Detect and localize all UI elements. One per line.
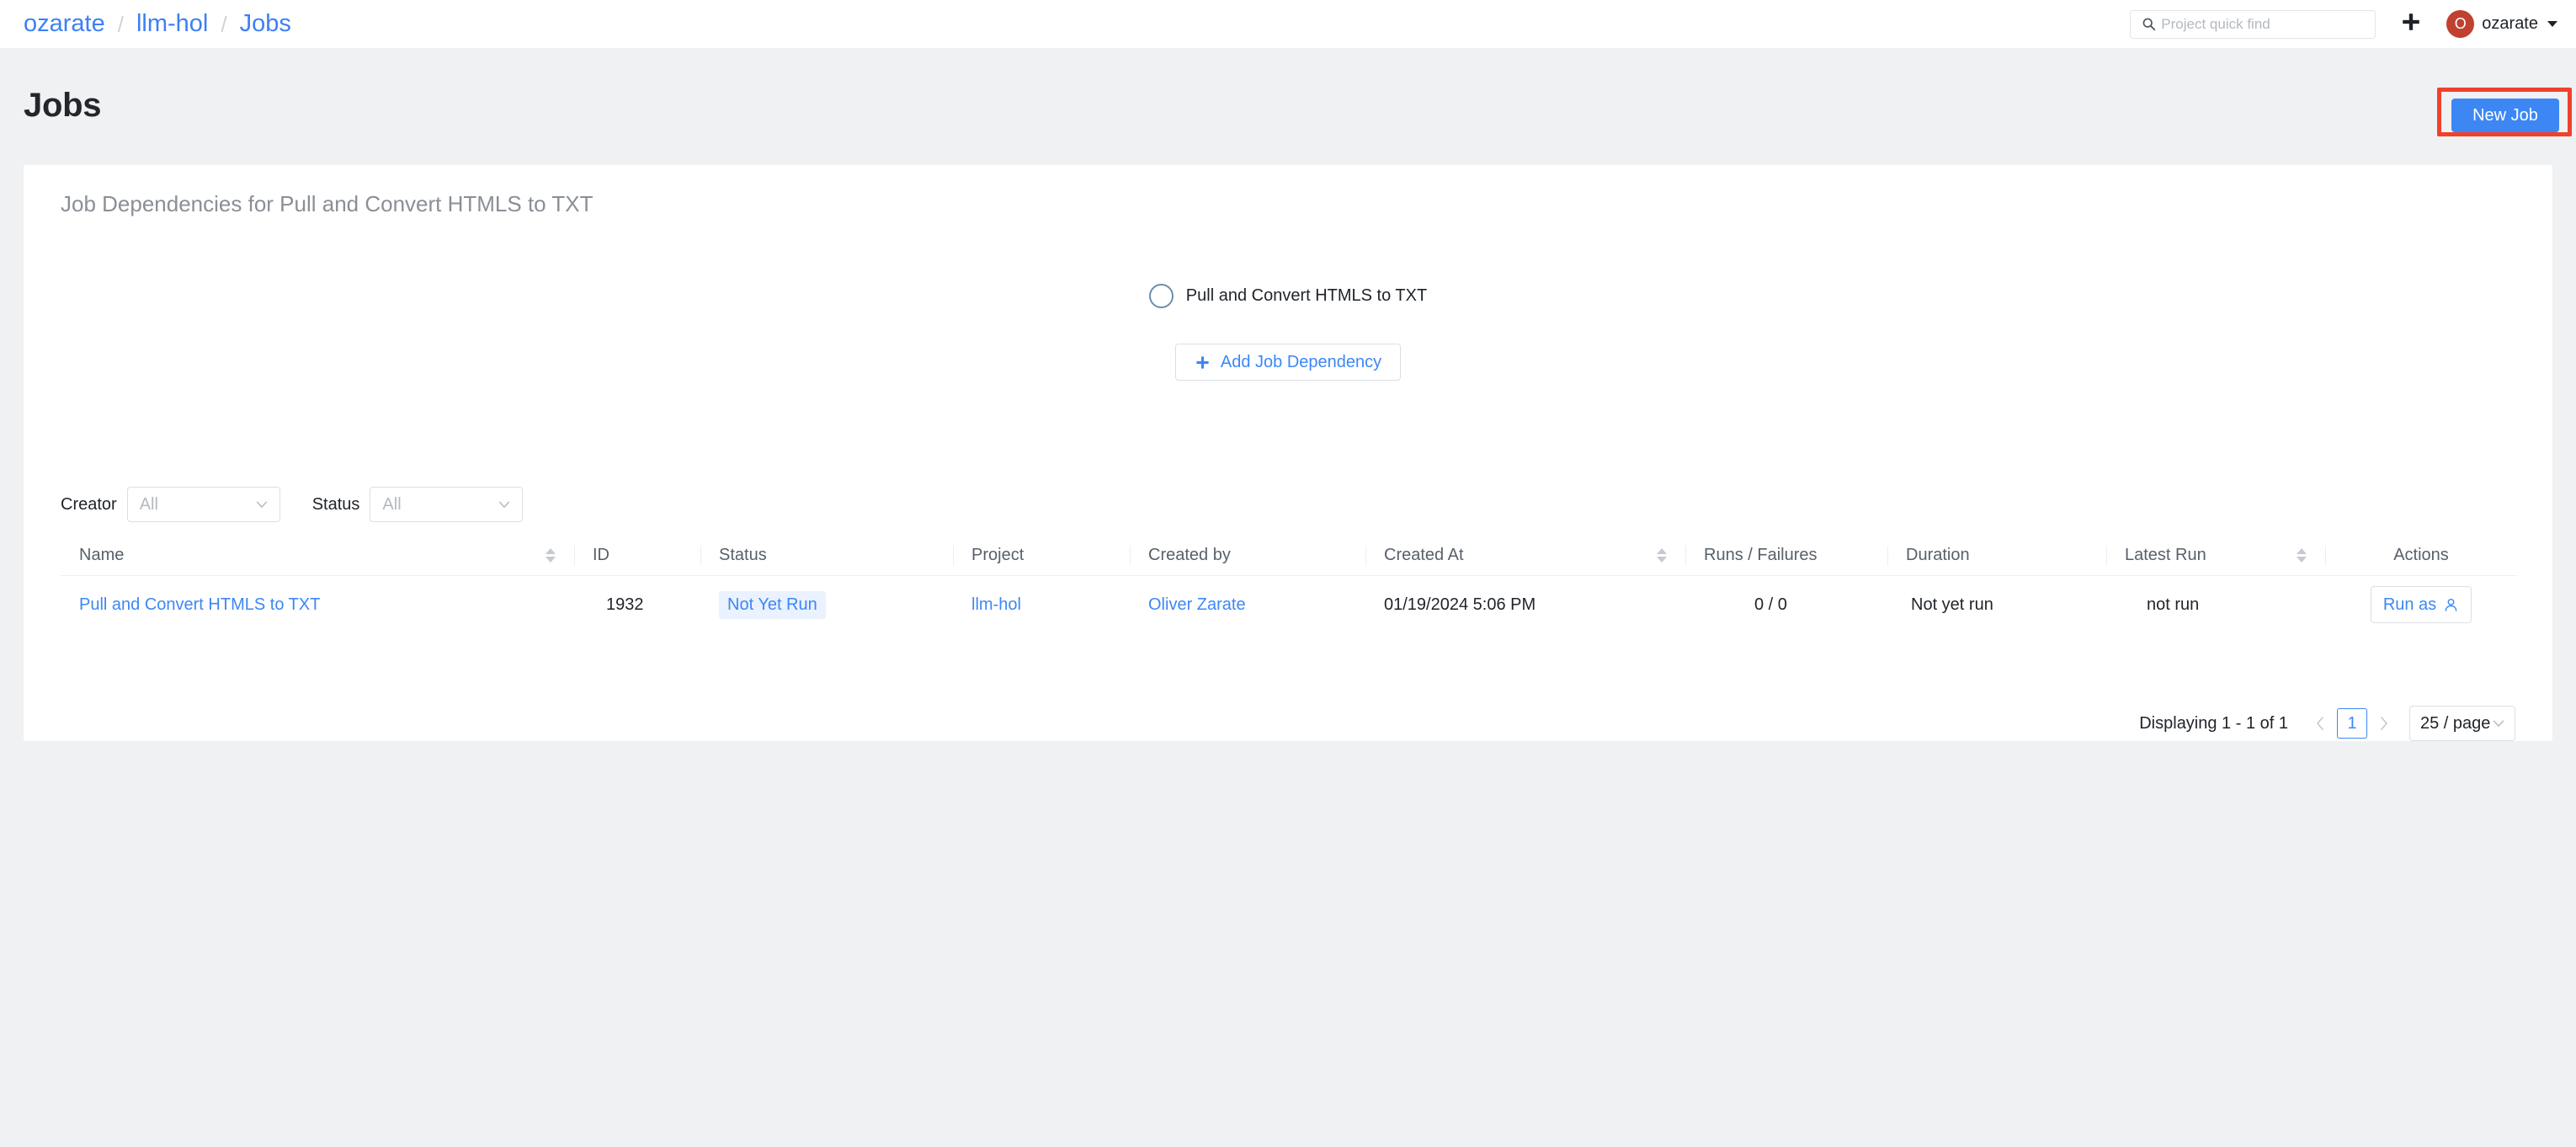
table-row: Pull and Convert HTMLS to TXT 1932 Not Y… xyxy=(61,576,2517,633)
column-header-id-label: ID xyxy=(593,546,609,565)
table-header-row: Name ID Status Project Created by Create… xyxy=(61,536,2517,576)
node-circle-icon xyxy=(1149,284,1174,308)
sort-latest-run-icon[interactable] xyxy=(2297,548,2307,563)
user-menu[interactable]: O ozarate xyxy=(2446,10,2557,38)
run-as-label: Run as xyxy=(2383,595,2436,615)
creator-filter-value: All xyxy=(140,495,158,515)
job-dependency-graph: Pull and Convert HTMLS to TXT xyxy=(24,258,2552,333)
created-by-link[interactable]: Oliver Zarate xyxy=(1148,595,1246,615)
breadcrumb-separator: / xyxy=(118,13,124,35)
column-header-latest-run[interactable]: Latest Run xyxy=(2106,536,2325,576)
cell-created-at: 01/19/2024 5:06 PM xyxy=(1365,576,1685,633)
chevron-down-icon xyxy=(497,497,512,512)
pagination-page-1[interactable]: 1 xyxy=(2337,708,2367,739)
avatar: O xyxy=(2446,10,2474,38)
jobs-card: Job Dependencies for Pull and Convert HT… xyxy=(24,165,2552,741)
chevron-left-icon xyxy=(2314,715,2326,732)
pagination: Displaying 1 - 1 of 1 1 25 / page xyxy=(2139,706,2515,741)
dependency-node[interactable]: Pull and Convert HTMLS to TXT xyxy=(1149,284,1427,308)
cell-actions: Run as xyxy=(2325,576,2517,633)
column-header-name-label: Name xyxy=(79,546,124,565)
cell-id: 1932 xyxy=(574,576,700,633)
cell-duration: Not yet run xyxy=(1887,576,2106,633)
column-header-id: ID xyxy=(574,536,700,576)
creator-filter-label: Creator xyxy=(61,495,117,515)
pagination-prev-button[interactable] xyxy=(2307,708,2334,739)
top-bar-actions: O ozarate xyxy=(2130,0,2557,48)
column-header-runs-failures-label: Runs / Failures xyxy=(1704,546,1818,565)
breadcrumb-item-org[interactable]: ozarate xyxy=(24,12,105,36)
chevron-down-icon xyxy=(254,497,269,512)
cell-project: llm-hol xyxy=(953,576,1130,633)
cell-created-by: Oliver Zarate xyxy=(1130,576,1365,633)
add-new-button[interactable] xyxy=(2387,0,2435,48)
column-header-project-label: Project xyxy=(971,546,1024,565)
job-name-link[interactable]: Pull and Convert HTMLS to TXT xyxy=(79,595,320,615)
column-header-name[interactable]: Name xyxy=(61,536,574,576)
creator-filter-select[interactable]: All xyxy=(127,487,280,522)
column-header-actions: Actions xyxy=(2325,536,2517,576)
status-filter-select[interactable]: All xyxy=(370,487,523,522)
status-filter-value: All xyxy=(382,495,401,515)
status-badge: Not Yet Run xyxy=(719,591,826,619)
dependency-node-label: Pull and Convert HTMLS to TXT xyxy=(1186,286,1427,306)
page-title: Jobs xyxy=(24,87,101,125)
column-header-project: Project xyxy=(953,536,1130,576)
column-header-status-label: Status xyxy=(719,546,767,565)
column-header-created-at[interactable]: Created At xyxy=(1365,536,1685,576)
column-header-created-by-label: Created by xyxy=(1148,546,1231,565)
sort-created-at-icon[interactable] xyxy=(1657,548,1667,563)
top-navigation-bar: ozarate / llm-hol / Jobs xyxy=(0,0,2576,48)
project-link[interactable]: llm-hol xyxy=(971,595,1021,615)
chevron-right-icon xyxy=(2378,715,2390,732)
project-quick-find[interactable] xyxy=(2130,10,2376,39)
cell-latest-run: not run xyxy=(2106,576,2325,633)
cell-status: Not Yet Run xyxy=(700,576,953,633)
column-header-actions-label: Actions xyxy=(2393,546,2449,565)
add-dependency-row: Add Job Dependency xyxy=(24,344,2552,381)
plus-icon xyxy=(1195,355,1211,371)
column-header-runs-failures: Runs / Failures xyxy=(1685,536,1887,576)
run-as-button[interactable]: Run as xyxy=(2371,586,2472,623)
jobs-page: ozarate / llm-hol / Jobs xyxy=(0,0,2576,1147)
user-name: ozarate xyxy=(2482,14,2538,34)
page-size-value: 25 / page xyxy=(2420,714,2490,734)
column-header-duration-label: Duration xyxy=(1906,546,1970,565)
breadcrumb-item-jobs[interactable]: Jobs xyxy=(240,12,291,36)
user-icon xyxy=(2443,597,2459,613)
chevron-down-icon xyxy=(2547,21,2557,27)
sort-name-icon[interactable] xyxy=(546,548,556,563)
breadcrumb-separator: / xyxy=(221,13,226,35)
cell-runs-failures: 0 / 0 xyxy=(1685,576,1887,633)
jobs-table: Name ID Status Project Created by Create… xyxy=(61,536,2517,633)
search-input[interactable] xyxy=(2159,11,2375,38)
pagination-next-button[interactable] xyxy=(2371,708,2398,739)
add-job-dependency-button[interactable]: Add Job Dependency xyxy=(1175,344,1401,381)
status-filter-label: Status xyxy=(312,495,360,515)
search-icon xyxy=(2137,10,2159,39)
column-header-latest-run-label: Latest Run xyxy=(2125,546,2206,565)
column-header-created-by: Created by xyxy=(1130,536,1365,576)
page-size-select[interactable]: 25 / page xyxy=(2409,706,2515,741)
breadcrumb: ozarate / llm-hol / Jobs xyxy=(24,12,291,36)
breadcrumb-item-project[interactable]: llm-hol xyxy=(136,12,208,36)
filter-bar: Creator All Status All xyxy=(61,487,523,522)
new-job-button[interactable]: New Job xyxy=(2451,99,2559,132)
job-dependencies-title: Job Dependencies for Pull and Convert HT… xyxy=(61,191,593,217)
column-header-created-at-label: Created At xyxy=(1384,546,1464,565)
cell-name: Pull and Convert HTMLS to TXT xyxy=(61,576,574,633)
column-header-status: Status xyxy=(700,536,953,576)
pagination-summary: Displaying 1 - 1 of 1 xyxy=(2139,714,2288,734)
add-job-dependency-label: Add Job Dependency xyxy=(1221,353,1381,372)
chevron-down-icon xyxy=(2491,716,2506,731)
column-header-duration: Duration xyxy=(1887,536,2106,576)
plus-icon xyxy=(2400,11,2422,37)
